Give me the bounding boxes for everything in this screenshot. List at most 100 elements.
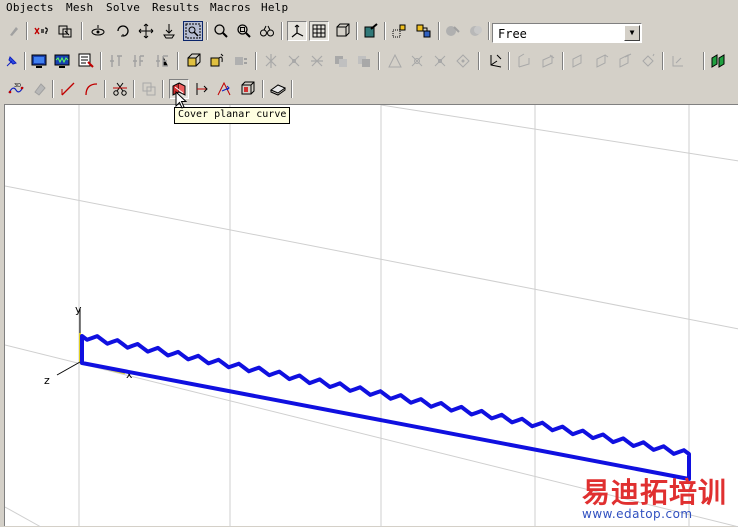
menu-help[interactable]: Help: [261, 1, 288, 14]
toolbar-separator: [703, 52, 705, 70]
group-objects-icon: [416, 24, 431, 38]
toolbar-separator: [262, 80, 264, 98]
disabled-tool-button[interactable]: [139, 79, 159, 99]
zoom-fit-icon: [237, 24, 251, 38]
3d-viewport[interactable]: y z x: [4, 104, 738, 527]
menu-mesh[interactable]: Mesh: [66, 1, 93, 14]
toolbar-separator: [255, 52, 257, 70]
material-icon: [446, 26, 460, 36]
disabled-tool-button[interactable]: [152, 51, 172, 71]
arc-button[interactable]: [81, 79, 101, 99]
disabled-tool-button[interactable]: [231, 51, 251, 71]
show-grid-button[interactable]: [309, 21, 329, 41]
spline-button[interactable]: 3D: [6, 79, 26, 99]
mode-select[interactable]: Free ▼: [492, 23, 642, 43]
disabled-tool-button[interactable]: [261, 51, 281, 71]
waveform-icon: [54, 54, 70, 68]
disabled-tool-button[interactable]: [538, 51, 558, 71]
cube-view-icon: [336, 23, 350, 37]
view-from-button[interactable]: [257, 21, 277, 41]
variable-button[interactable]: [31, 21, 51, 41]
imprint-button[interactable]: [237, 79, 257, 99]
list-edit-button[interactable]: [76, 51, 96, 71]
menu-results[interactable]: Results: [152, 1, 200, 14]
dolly-button[interactable]: [159, 21, 179, 41]
zoom-window-button[interactable]: [183, 21, 203, 41]
spin-icon: [117, 25, 129, 37]
line-button[interactable]: [58, 79, 78, 99]
disabled-tool-button[interactable]: [129, 51, 149, 71]
show-axes-button[interactable]: [287, 21, 307, 41]
disabled-tool-button[interactable]: [514, 51, 534, 71]
toolbar-separator: [478, 52, 480, 70]
disabled-tool-button[interactable]: [30, 79, 50, 99]
pan-arrows-icon: [138, 23, 154, 39]
disabled-tool-button[interactable]: [307, 51, 327, 71]
z-axis-line: [56, 361, 81, 376]
rotate-eye-icon: [91, 25, 105, 36]
y-axis-label: y: [75, 303, 82, 316]
disabled-tool-button[interactable]: [331, 51, 351, 71]
port-button[interactable]: [708, 51, 728, 71]
boolean-icon: [311, 55, 323, 67]
pin-button[interactable]: [2, 51, 22, 71]
boolean-icon: [288, 55, 300, 67]
waveform-button[interactable]: [52, 51, 72, 71]
face-icon: [572, 54, 582, 68]
disabled-tool-button[interactable]: [284, 51, 304, 71]
toolbar-separator: [438, 22, 440, 40]
extrude-button[interactable]: [184, 51, 204, 71]
toolbar-separator: [104, 80, 106, 98]
sheet-body-icon: [270, 84, 286, 96]
disabled-tool-button[interactable]: [615, 51, 635, 71]
object-properties-icon: [364, 23, 378, 38]
viewport-canvas[interactable]: y z x: [5, 105, 738, 527]
pick-tool-button[interactable]: [4, 21, 24, 41]
sheet-body-button[interactable]: [268, 79, 288, 99]
disabled-tool-button[interactable]: [568, 51, 588, 71]
local-coordinates-button[interactable]: [485, 51, 505, 71]
menu-macros[interactable]: Macros: [210, 1, 251, 14]
monitor-button[interactable]: [29, 51, 49, 71]
disabled-tool-button[interactable]: [443, 21, 463, 41]
disabled-tool-button[interactable]: [638, 51, 658, 71]
trim-button[interactable]: [110, 79, 130, 99]
extend-curve-button[interactable]: [192, 79, 212, 99]
zoom-button[interactable]: [211, 21, 231, 41]
rotate-button[interactable]: [88, 21, 108, 41]
zoom-to-fit-button[interactable]: [234, 21, 254, 41]
disabled-tool-button[interactable]: [453, 51, 473, 71]
edge-icon: [434, 55, 446, 67]
dropdown-arrow-icon[interactable]: ▼: [624, 25, 640, 41]
planar-curve[interactable]: [80, 334, 691, 481]
object-properties-button[interactable]: [361, 21, 381, 41]
group-objects-button[interactable]: [414, 21, 434, 41]
copy-curve-icon: [142, 82, 156, 96]
disabled-tool-button[interactable]: [407, 51, 427, 71]
insert-icon: [156, 55, 168, 67]
construction-grid: [5, 105, 738, 527]
face-icon: [518, 53, 530, 68]
disabled-tool-button[interactable]: [592, 51, 612, 71]
menu-solve[interactable]: Solve: [106, 1, 140, 14]
tooltip-cover-planar-curve: Cover planar curve: [174, 107, 291, 124]
project-curve-icon: [217, 81, 231, 96]
view-3d-button[interactable]: [333, 21, 353, 41]
spin-button[interactable]: [113, 21, 133, 41]
disabled-tool-button[interactable]: [430, 51, 450, 71]
disabled-tool-button[interactable]: [354, 51, 374, 71]
watermark-url: www.edatop.com: [582, 507, 693, 521]
geometry-view-button[interactable]: [55, 21, 75, 41]
project-curve-button[interactable]: [214, 79, 234, 99]
menu-objects[interactable]: Objects: [6, 1, 54, 14]
disabled-tool-button[interactable]: [385, 51, 405, 71]
toolbar-separator: [378, 52, 380, 70]
sweep-button[interactable]: [207, 51, 227, 71]
pan-button[interactable]: [136, 21, 156, 41]
variable-icon: [34, 27, 48, 35]
disabled-tool-button[interactable]: [466, 21, 486, 41]
face-icon: [596, 54, 609, 68]
add-to-group-button[interactable]: [389, 21, 409, 41]
disabled-tool-button[interactable]: [106, 51, 126, 71]
disabled-tool-button[interactable]: [668, 51, 688, 71]
